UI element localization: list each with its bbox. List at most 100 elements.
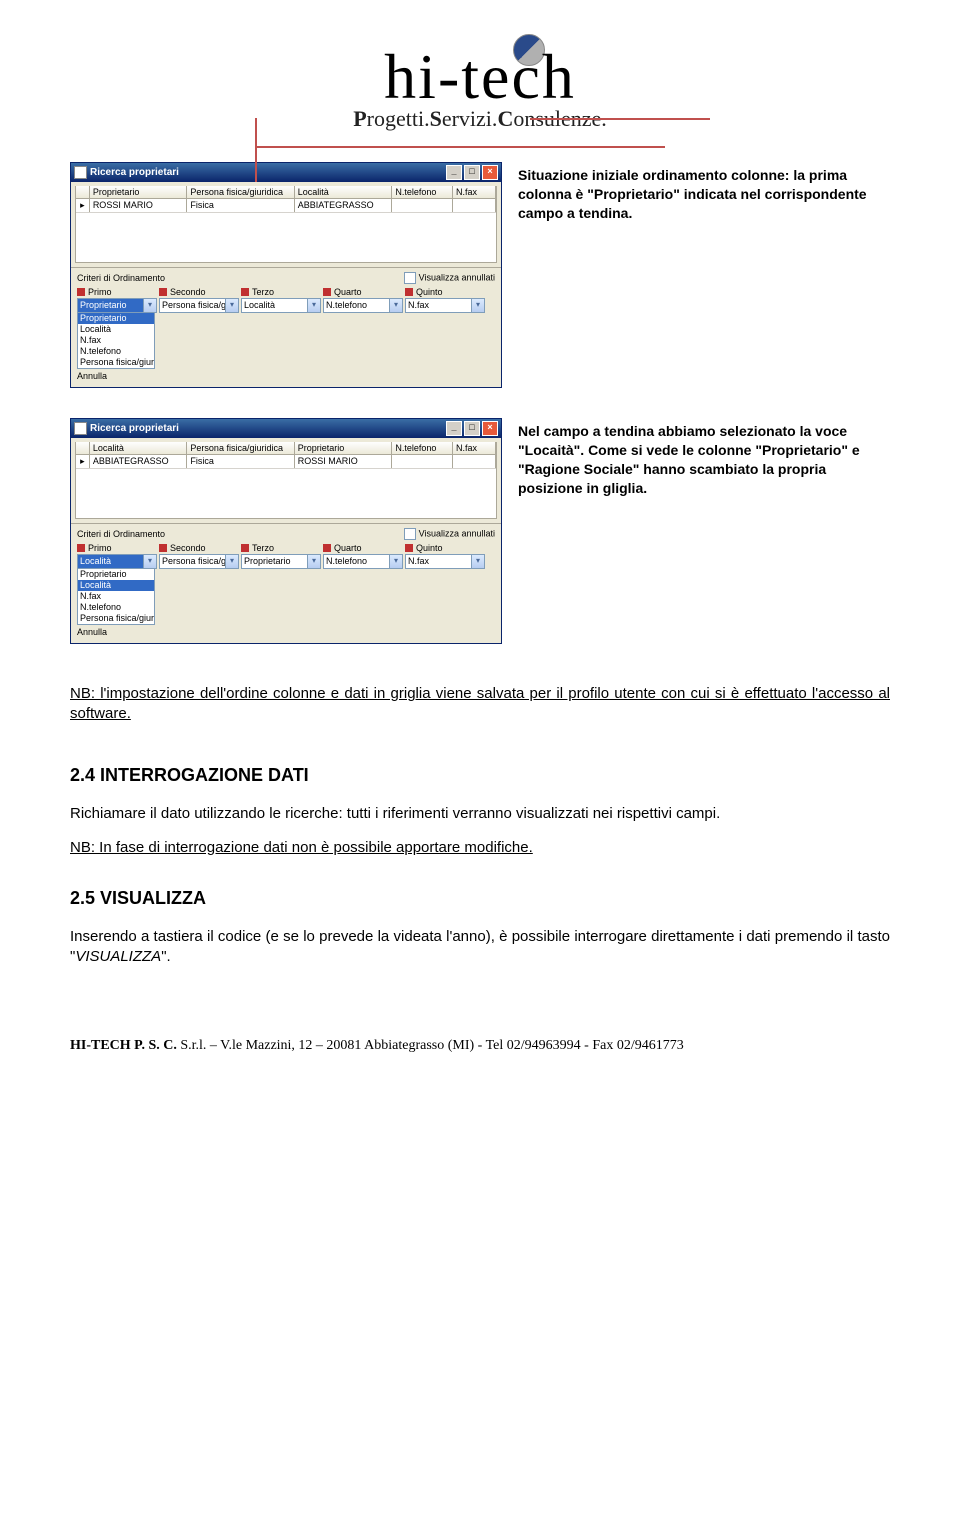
cell: Fisica [187, 455, 294, 468]
dropdown-option[interactable]: Proprietario [78, 569, 154, 580]
order-label: Terzo [252, 287, 274, 297]
dropdown-option[interactable]: N.fax [78, 335, 154, 346]
col-header[interactable]: N.telefono [392, 442, 453, 454]
order-dropdown-3[interactable]: Località▾ [241, 298, 321, 313]
order-dropdown-5[interactable]: N.fax▾ [405, 554, 485, 569]
chevron-down-icon: ▾ [389, 299, 402, 312]
section-2-4-title: 2.4 INTERROGAZIONE DATI [70, 765, 890, 786]
app-icon [74, 166, 87, 179]
show-deleted-checkbox[interactable] [404, 528, 416, 540]
col-header[interactable]: Persona fisica/giuridica [187, 186, 294, 198]
section-2-5-text-c: ". [161, 948, 171, 965]
grid-row[interactable]: ▸ ROSSI MARIO Fisica ABBIATEGRASSO [76, 199, 496, 213]
minimize-button[interactable]: _ [446, 165, 462, 180]
show-deleted-checkbox[interactable] [404, 272, 416, 284]
dropdown-option[interactable]: Proprietario [78, 313, 154, 324]
order-dropdown-4[interactable]: N.telefono▾ [323, 298, 403, 313]
col-header[interactable]: Proprietario [90, 186, 188, 198]
cell: ROSSI MARIO [90, 199, 188, 212]
footer-address: S.r.l. – V.le Mazzini, 12 – 20081 Abbiat… [177, 1038, 684, 1053]
section-2-5-paragraph: Inserendo a tastiera il codice (e se lo … [70, 927, 890, 968]
chevron-down-icon: ▾ [143, 299, 156, 312]
close-button[interactable]: × [482, 165, 498, 180]
order-dropdown-2[interactable]: Persona fisica/giuri▾ [159, 554, 239, 569]
window-title: Ricerca proprietari [90, 167, 179, 178]
titlebar: Ricerca proprietari _ □ × [71, 419, 501, 438]
cell: Fisica [187, 199, 294, 212]
chevron-down-icon: ▾ [143, 555, 156, 568]
order-marker-icon [323, 288, 331, 296]
screenshot-2-window: Ricerca proprietari _ □ × Località Perso… [70, 418, 502, 644]
window-title: Ricerca proprietari [90, 423, 179, 434]
maximize-button[interactable]: □ [464, 165, 480, 180]
maximize-button[interactable]: □ [464, 421, 480, 436]
order-dropdown-3[interactable]: Proprietario▾ [241, 554, 321, 569]
section-2-5-emphasis: VISUALIZZA [75, 948, 161, 965]
logo-rule [255, 118, 257, 182]
dropdown-option[interactable]: N.telefono [78, 346, 154, 357]
dropdown-list: Proprietario Località N.fax N.telefono P… [77, 569, 155, 625]
col-header[interactable]: Località [295, 186, 393, 198]
logo: hi-tech Progetti.Servizi.Consulenze. [70, 40, 890, 132]
app-icon [74, 422, 87, 435]
row-marker-icon: ▸ [76, 455, 90, 468]
col-header[interactable]: N.telefono [392, 186, 453, 198]
order-label: Quarto [334, 287, 362, 297]
section-2-5-title: 2.5 VISUALIZZA [70, 888, 890, 909]
dropdown-option[interactable]: N.telefono [78, 602, 154, 613]
close-button[interactable]: × [482, 421, 498, 436]
order-label: Secondo [170, 543, 206, 553]
criteria-label: Criteri di Ordinamento [77, 273, 165, 283]
logo-rule [530, 118, 710, 120]
data-grid: Proprietario Persona fisica/giuridica Lo… [75, 186, 497, 263]
order-dropdown-1[interactable]: Località▾ [77, 554, 157, 569]
cancel-link[interactable]: Annulla [77, 625, 495, 639]
dropdown-option[interactable]: Località [78, 324, 154, 335]
cell [453, 455, 496, 468]
order-label: Quinto [416, 287, 443, 297]
cell [392, 455, 453, 468]
criteria-label: Criteri di Ordinamento [77, 529, 165, 539]
order-dropdown-5[interactable]: N.fax▾ [405, 298, 485, 313]
dropdown-list: Proprietario Località N.fax N.telefono P… [77, 313, 155, 369]
order-dropdown-4[interactable]: N.telefono▾ [323, 554, 403, 569]
col-header[interactable]: Località [90, 442, 188, 454]
page-footer: HI-TECH P. S. C. S.r.l. – V.le Mazzini, … [70, 1038, 890, 1054]
dropdown-option[interactable]: Persona fisica/giuridica [78, 357, 154, 368]
minimize-button[interactable]: _ [446, 421, 462, 436]
order-marker-icon [323, 544, 331, 552]
chevron-down-icon: ▾ [471, 555, 484, 568]
section-2-4-note: NB: In fase di interrogazione dati non è… [70, 839, 533, 856]
order-marker-icon [241, 544, 249, 552]
dropdown-option[interactable]: Persona fisica/giuridica [78, 613, 154, 624]
sort-criteria-panel: Criteri di Ordinamento Visualizza annull… [71, 523, 501, 643]
cell: ABBIATEGRASSO [295, 199, 393, 212]
col-header[interactable]: N.fax [453, 442, 496, 454]
chevron-down-icon: ▾ [307, 299, 320, 312]
cell: ABBIATEGRASSO [90, 455, 188, 468]
cell [392, 199, 453, 212]
col-header[interactable]: Persona fisica/giuridica [187, 442, 294, 454]
cell: ROSSI MARIO [295, 455, 393, 468]
dropdown-option[interactable]: N.fax [78, 591, 154, 602]
col-header[interactable]: N.fax [453, 186, 496, 198]
order-marker-icon [77, 544, 85, 552]
dropdown-option[interactable]: Località [78, 580, 154, 591]
grid-header-row: Proprietario Persona fisica/giuridica Lo… [76, 186, 496, 199]
chevron-down-icon: ▾ [225, 299, 238, 312]
order-label: Quinto [416, 543, 443, 553]
section-2-4-paragraph: Richiamare il dato utilizzando le ricerc… [70, 804, 890, 824]
cancel-link[interactable]: Annulla [77, 369, 495, 383]
order-label: Terzo [252, 543, 274, 553]
order-dropdown-1[interactable]: Proprietario▾ [77, 298, 157, 313]
col-header[interactable]: Proprietario [295, 442, 393, 454]
grid-row[interactable]: ▸ ABBIATEGRASSO Fisica ROSSI MARIO [76, 455, 496, 469]
screenshot-1-window: Ricerca proprietari _ □ × Proprietario P… [70, 162, 502, 388]
row-marker-header [76, 442, 90, 454]
order-dropdown-2[interactable]: Persona fisica/giuri▾ [159, 298, 239, 313]
caption-2: Nel campo a tendina abbiamo selezionato … [518, 418, 890, 644]
caption-1: Situazione iniziale ordinamento colonne:… [518, 162, 890, 388]
logo-text: hi-tech [384, 40, 576, 114]
logo-sub-p: P [353, 106, 366, 131]
cell [453, 199, 496, 212]
